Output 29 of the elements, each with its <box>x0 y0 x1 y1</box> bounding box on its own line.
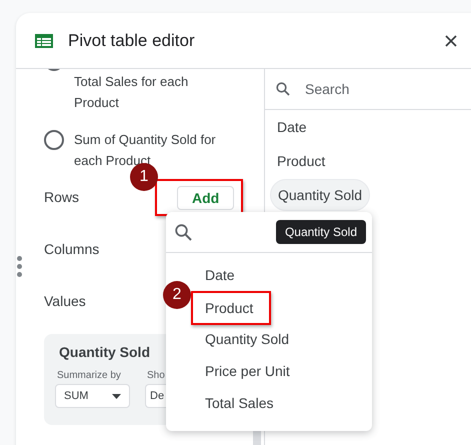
suggestion-label: Total Sales for each Product <box>74 73 190 112</box>
menu-item[interactable]: Date <box>205 261 235 289</box>
section-label: Values <box>44 293 87 309</box>
field-item[interactable]: Product <box>265 145 338 177</box>
scrollbar[interactable] <box>253 431 261 445</box>
tooltip: Quantity Sold <box>276 220 366 244</box>
panel-title: Pivot table editor <box>68 30 195 50</box>
close-icon <box>445 34 457 46</box>
spreadsheet-icon <box>35 34 53 48</box>
field-label: Summarize by <box>57 370 122 381</box>
field-item[interactable]: Quantity Sold <box>270 179 370 211</box>
section-label: Columns <box>44 241 100 257</box>
radio-button[interactable] <box>44 130 64 150</box>
show-as-select[interactable]: De <box>145 384 166 408</box>
value-title: Quantity Sold <box>59 344 150 360</box>
menu-item[interactable]: Product <box>205 293 254 323</box>
dropdown-arrow-icon <box>112 394 121 398</box>
step-badge: 2 <box>163 281 191 309</box>
field-item[interactable]: Date <box>265 111 319 143</box>
menu-item[interactable]: Price per Unit <box>205 357 290 385</box>
menu-item[interactable]: Quantity Sold <box>205 325 290 353</box>
search-icon <box>175 224 192 240</box>
menu-item[interactable]: Total Sales <box>205 389 274 417</box>
search-icon <box>276 82 290 96</box>
section-label: Rows <box>44 189 80 205</box>
summarize-select[interactable]: SUM <box>55 384 130 408</box>
field-label: Sho <box>147 370 166 381</box>
drag-handle-icon[interactable] <box>17 256 22 277</box>
add-button[interactable]: Add <box>177 186 234 210</box>
